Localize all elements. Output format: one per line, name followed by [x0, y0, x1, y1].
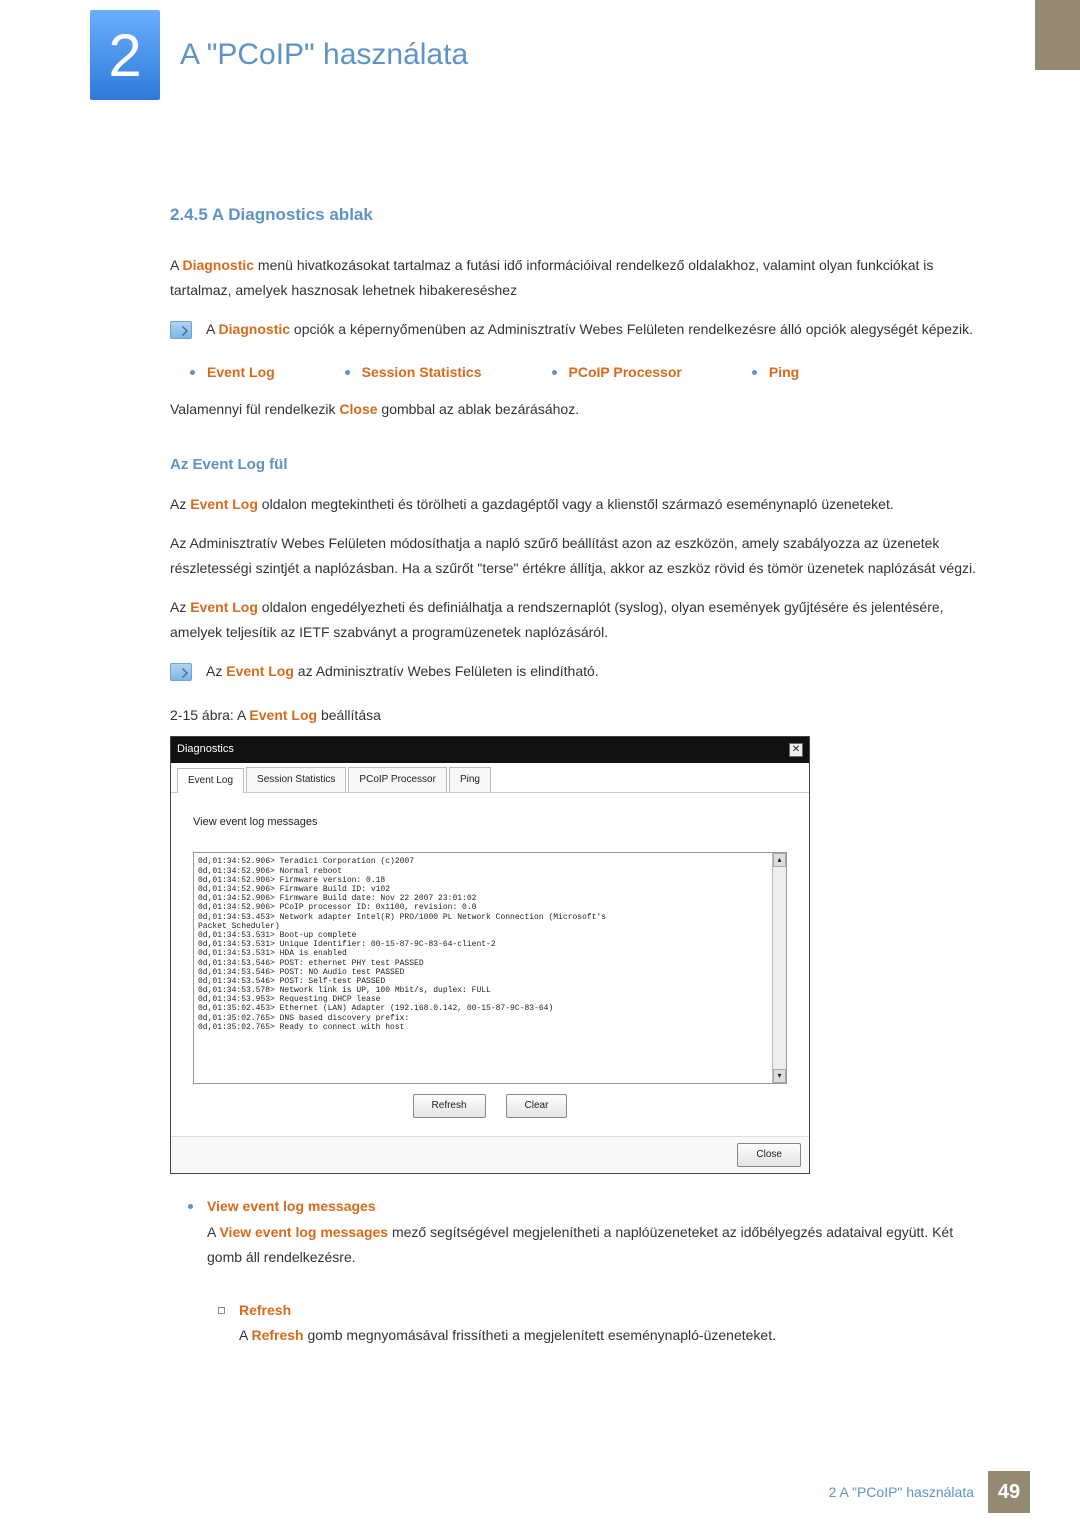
panel-heading: View event log messages	[193, 813, 787, 833]
tab-bullet-row: Event Log Session Statistics PCoIP Proce…	[190, 360, 985, 385]
clear-button[interactable]: Clear	[506, 1094, 568, 1118]
bullet-session-statistics: Session Statistics	[345, 360, 482, 385]
bullet-dot-icon	[345, 370, 350, 375]
tab-event-log[interactable]: Event Log	[177, 768, 244, 793]
info-note-text: A Diagnostic opciók a képernyőmenüben az…	[206, 317, 973, 342]
tab-ping[interactable]: Ping	[449, 767, 491, 792]
info-icon	[170, 663, 192, 681]
intro-paragraph: A Diagnostic menü hivatkozásokat tartalm…	[170, 253, 985, 303]
info-note-2-text: Az Event Log az Adminisztratív Webes Fel…	[206, 659, 599, 684]
diagnostics-tabs: Event Log Session Statistics PCoIP Proce…	[171, 763, 809, 793]
info-note: A Diagnostic opciók a képernyőmenüben az…	[170, 317, 985, 342]
view-event-log-label: View event log messages	[207, 1194, 985, 1219]
eventlog-p1: Az Event Log oldalon megtekintheti és tö…	[170, 492, 985, 517]
bullet-dot-icon	[190, 370, 195, 375]
chapter-number-badge: 2	[90, 10, 160, 100]
page-footer: 2 A "PCoIP" használata 49	[829, 1471, 1030, 1513]
chapter-title: A "PCoIP" használata	[180, 38, 468, 72]
bullet-dot-icon	[552, 370, 557, 375]
eventlog-heading: Az Event Log fül	[170, 451, 985, 478]
scroll-up-icon[interactable]: ▴	[773, 853, 786, 867]
diagnostics-titlebar: Diagnostics ✕	[171, 737, 809, 763]
list-view-event-log: View event log messages A View event log…	[188, 1194, 985, 1284]
info-note-2: Az Event Log az Adminisztratív Webes Fel…	[170, 659, 985, 684]
bullet-pcoip-processor: PCoIP Processor	[552, 360, 682, 385]
bullet-dot-icon	[752, 370, 757, 375]
square-bullet-icon	[218, 1307, 225, 1314]
eventlog-p2: Az Adminisztratív Webes Felületen módosí…	[170, 531, 985, 581]
view-event-log-desc: A View event log messages mező segítségé…	[207, 1220, 985, 1270]
close-icon[interactable]: ✕	[789, 743, 803, 757]
refresh-label: Refresh	[239, 1298, 776, 1323]
tab-session-statistics[interactable]: Session Statistics	[246, 767, 346, 792]
eventlog-p3: Az Event Log oldalon engedélyezheti és d…	[170, 595, 985, 645]
event-log-textarea[interactable]: 0d,01:34:52.906> Teradici Corporation (c…	[194, 853, 772, 1083]
close-button[interactable]: Close	[737, 1143, 801, 1167]
refresh-button[interactable]: Refresh	[413, 1094, 486, 1118]
scroll-down-icon[interactable]: ▾	[773, 1069, 786, 1083]
scrollbar[interactable]: ▴ ▾	[772, 853, 786, 1083]
refresh-desc: A Refresh gomb megnyomásával frissítheti…	[239, 1323, 776, 1348]
close-line: Valamennyi fül rendelkezik Close gombbal…	[170, 397, 985, 422]
section-heading: 2.4.5 A Diagnostics ablak	[170, 200, 985, 231]
info-icon	[170, 321, 192, 339]
bullet-ping: Ping	[752, 360, 799, 385]
side-accent	[1035, 0, 1080, 70]
diagnostics-window: Diagnostics ✕ Event Log Session Statisti…	[170, 736, 810, 1175]
bullet-event-log: Event Log	[190, 360, 275, 385]
tab-pcoip-processor[interactable]: PCoIP Processor	[348, 767, 447, 792]
page-header: 2 A "PCoIP" használata	[0, 0, 1080, 100]
bullet-dot-icon	[188, 1204, 193, 1209]
page-number: 49	[988, 1471, 1030, 1513]
sub-refresh: Refresh A Refresh gomb megnyomásával fri…	[218, 1298, 985, 1362]
figure-caption: 2-15 ábra: A Event Log beállítása	[170, 703, 985, 728]
diagnostic-hl: Diagnostic	[182, 257, 254, 273]
footer-text: 2 A "PCoIP" használata	[829, 1484, 974, 1500]
diagnostics-title: Diagnostics	[177, 740, 234, 760]
